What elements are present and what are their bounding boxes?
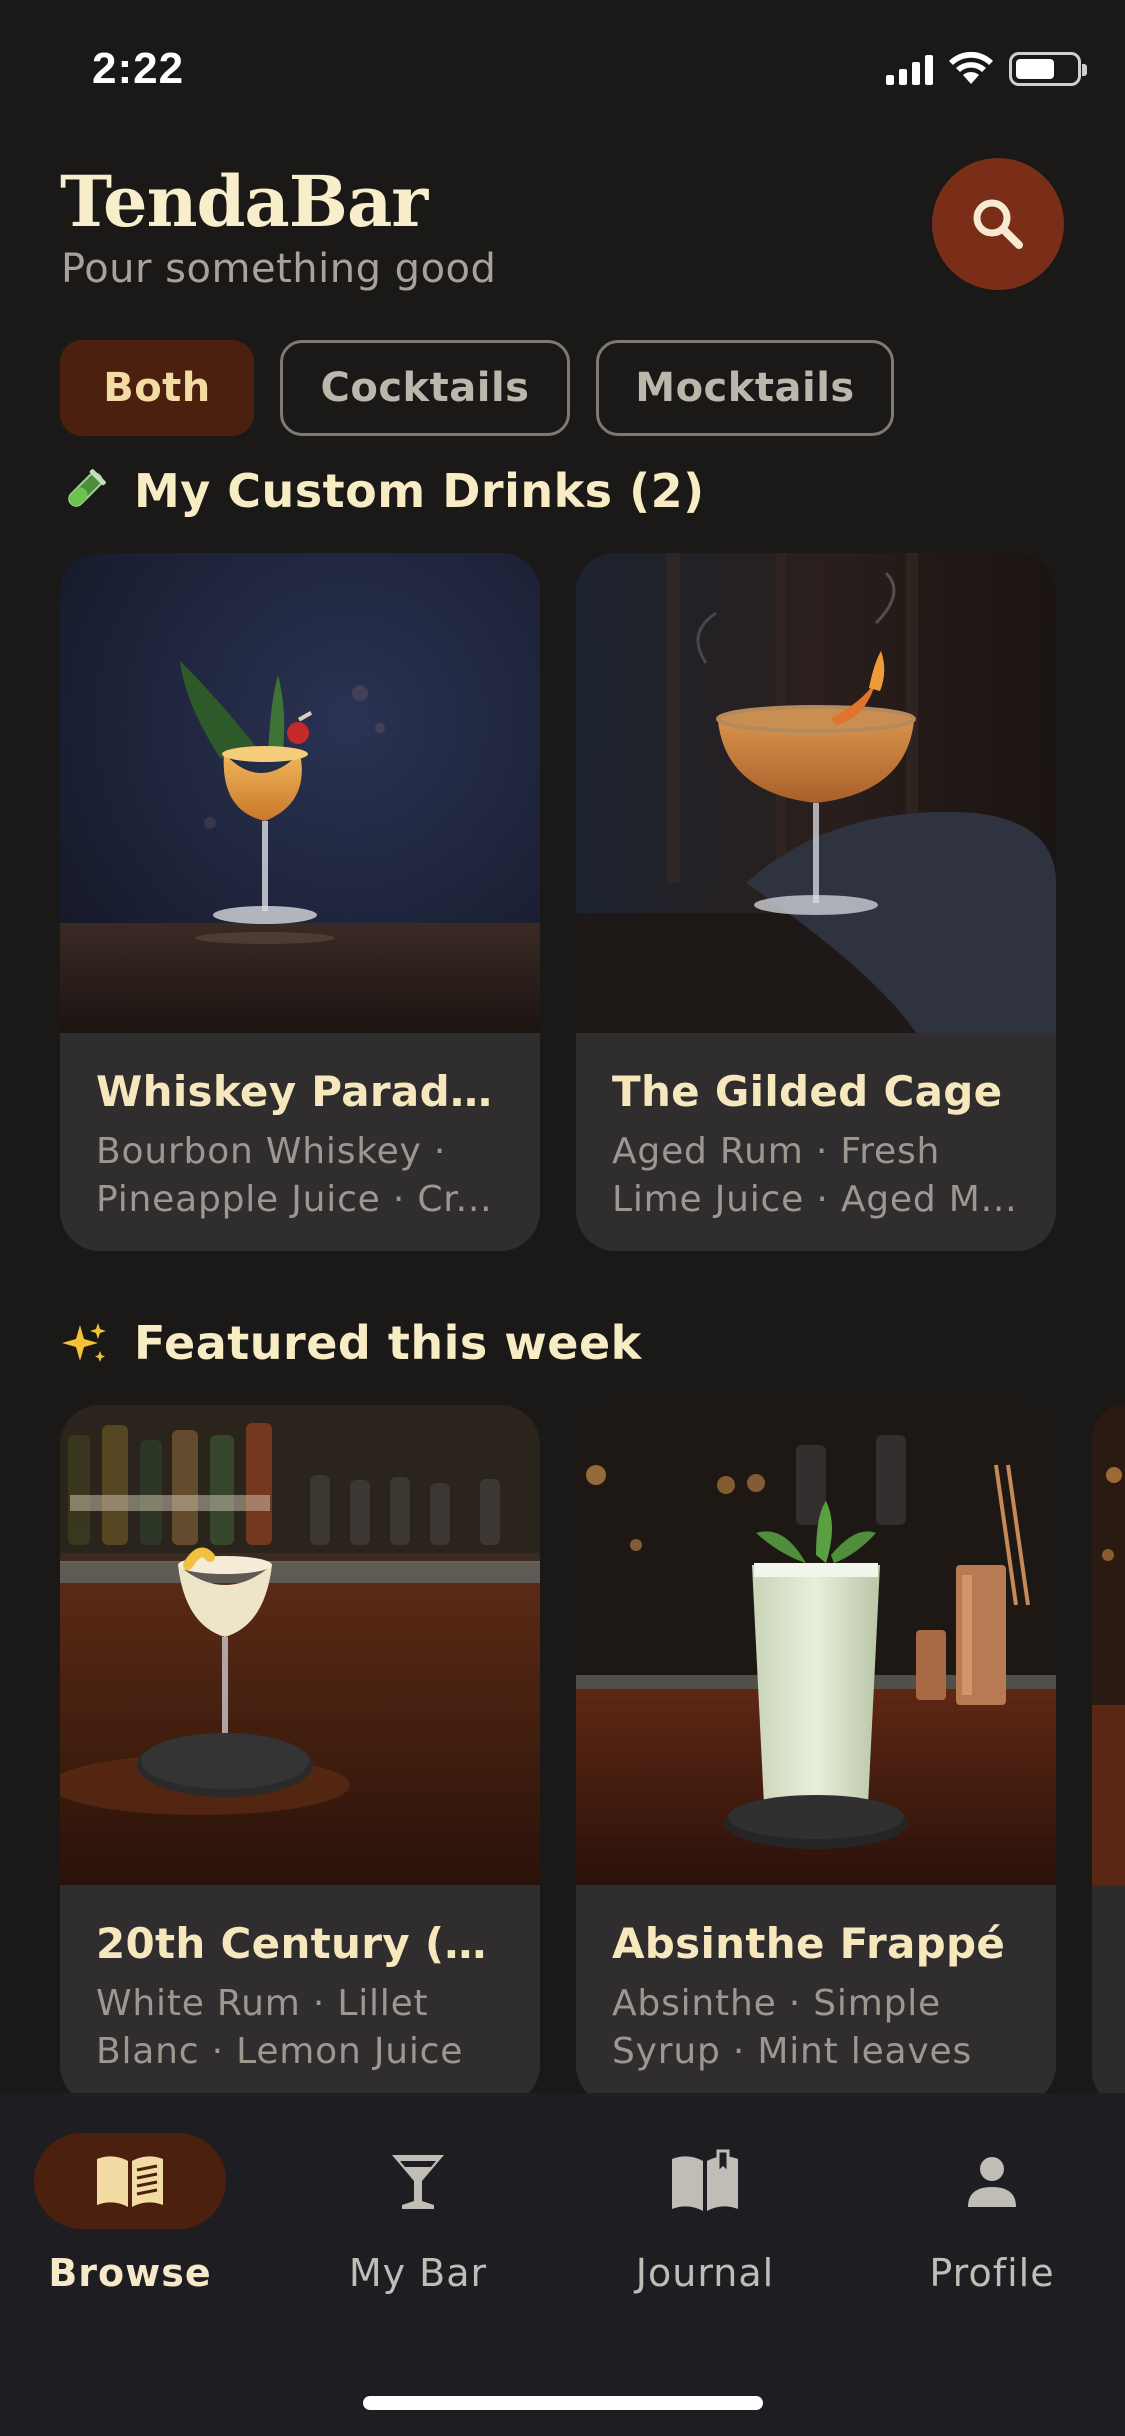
nav-item-my-bar[interactable]: My Bar xyxy=(298,2133,538,2295)
drink-name: 20th Century (Ru... xyxy=(96,1919,504,1968)
drink-card[interactable]: 20th Century (Ru... White Rum · Lillet B… xyxy=(60,1405,540,2105)
search-button[interactable] xyxy=(932,158,1064,290)
cellular-signal-icon xyxy=(886,53,933,85)
drink-photo xyxy=(60,1405,540,1885)
drink-photo xyxy=(60,553,540,1033)
drink-ingredients: Bourbon Whiskey · Pineapple Juice · Cr..… xyxy=(96,1131,493,1220)
drink-card[interactable]: The Gilded Cage Aged Rum · Fresh Lime Ju… xyxy=(576,553,1056,1251)
drink-card[interactable]: Whiskey Paradise... Bourbon Whiskey · Pi… xyxy=(60,553,540,1251)
drink-card[interactable]: Absinthe Frappé Absinthe · Simple Syrup … xyxy=(576,1405,1056,2105)
nav-item-journal[interactable]: Journal xyxy=(585,2133,825,2295)
nav-pill xyxy=(34,2133,226,2229)
nav-pill xyxy=(896,2133,1088,2229)
drink-ingredients: Absinthe · Simple Syrup · Mint leaves xyxy=(612,1983,973,2072)
filter-chip-mocktails[interactable]: Mocktails xyxy=(596,340,894,436)
drink-card-peek[interactable] xyxy=(1092,1405,1125,2105)
drink-photo xyxy=(576,1405,1056,1885)
status-icons xyxy=(886,52,1087,86)
drink-name: Absinthe Frappé xyxy=(612,1919,1006,1968)
section-title: Featured this week xyxy=(134,1316,642,1370)
martini-glass-icon xyxy=(392,2155,444,2209)
nav-pill xyxy=(609,2133,801,2229)
nav-pill xyxy=(322,2133,514,2229)
drink-ingredients: Aged Rum · Fresh Lime Juice · Aged M... xyxy=(612,1131,1018,1220)
status-bar: 2:22 xyxy=(0,0,1125,140)
home-indicator[interactable] xyxy=(363,2396,763,2410)
section-title: My Custom Drinks (2) xyxy=(134,464,705,518)
battery-icon xyxy=(1009,52,1087,86)
drink-info: The Gilded Cage Aged Rum · Fresh Lime Ju… xyxy=(576,1033,1056,1251)
nav-label: Browse xyxy=(48,2251,212,2295)
app-title: TendaBar xyxy=(60,160,428,243)
drink-name: Whiskey Paradise... xyxy=(96,1067,504,1116)
nav-item-browse[interactable]: Browse xyxy=(10,2133,250,2295)
drink-info: Whiskey Paradise... Bourbon Whiskey · Pi… xyxy=(60,1033,540,1251)
sparkles-icon xyxy=(60,1319,108,1367)
filter-chip-both[interactable]: Both xyxy=(60,340,254,436)
drink-info: Absinthe Frappé Absinthe · Simple Syrup … xyxy=(576,1885,1056,2105)
open-book-icon xyxy=(97,2156,163,2207)
drink-info: 20th Century (Ru... White Rum · Lillet B… xyxy=(60,1885,540,2105)
drink-photo xyxy=(1092,1405,1125,1885)
person-icon xyxy=(968,2157,1016,2207)
drink-photo xyxy=(576,553,1056,1033)
nav-label: Profile xyxy=(929,2251,1055,2295)
custom-drinks-header: My Custom Drinks (2) xyxy=(60,464,705,518)
status-time: 2:22 xyxy=(92,44,185,93)
journal-icon xyxy=(672,2149,738,2211)
nav-label: Journal xyxy=(635,2251,775,2295)
filter-chips: Both Cocktails Mocktails xyxy=(60,340,894,436)
drink-name: The Gilded Cage xyxy=(612,1067,1003,1116)
search-icon xyxy=(973,199,1023,249)
filter-chip-cocktails[interactable]: Cocktails xyxy=(280,340,570,436)
nav-label: My Bar xyxy=(348,2251,488,2295)
nav-item-profile[interactable]: Profile xyxy=(872,2133,1112,2295)
wifi-icon xyxy=(949,52,993,84)
featured-header: Featured this week xyxy=(60,1316,642,1370)
drink-ingredients: White Rum · Lillet Blanc · Lemon Juice xyxy=(96,1983,464,2072)
app-subtitle: Pour something good xyxy=(61,246,497,292)
bottom-nav: Browse My Bar Journal Profile xyxy=(0,2093,1125,2436)
test-tube-icon xyxy=(60,467,108,515)
